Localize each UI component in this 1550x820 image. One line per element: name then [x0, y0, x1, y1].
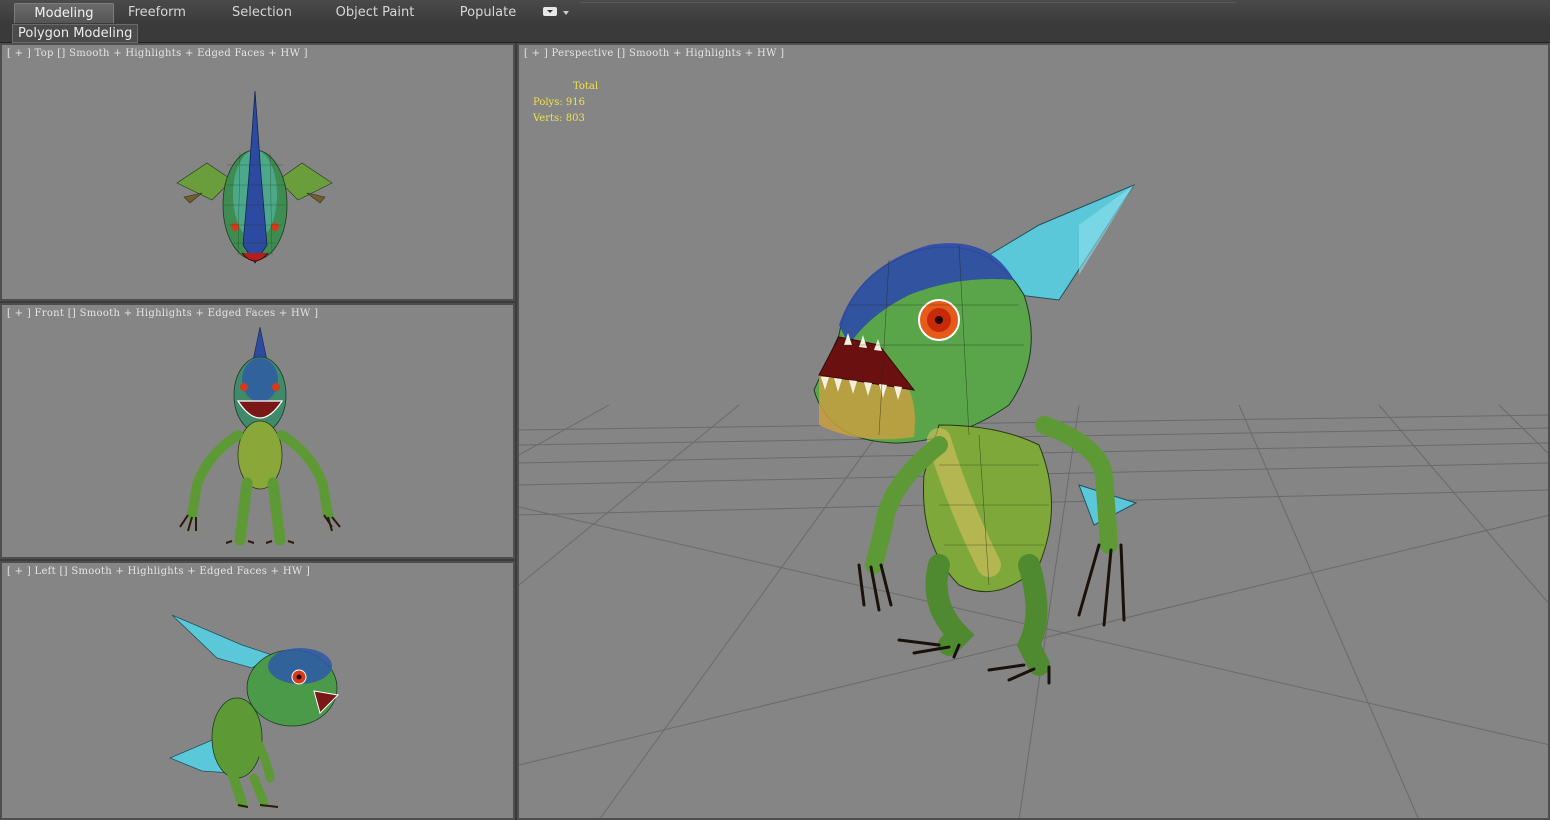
- creature-perspective: [813, 183, 1138, 685]
- viewport-front[interactable]: [ + ] Front [] Smooth + Highlights + Edg…: [0, 303, 515, 559]
- dropdown-caret-icon[interactable]: [563, 11, 569, 15]
- tab-freeform[interactable]: Freeform: [114, 3, 200, 22]
- creature-front-view: [179, 326, 341, 546]
- perspective-grid-and-creature: [519, 183, 1548, 818]
- tab-modeling[interactable]: Modeling: [14, 3, 114, 23]
- ribbon-divider: [580, 2, 1236, 3]
- stats-polys-value: 916: [565, 97, 585, 108]
- stats-polys-label: Polys:: [533, 97, 563, 108]
- stats-verts-value: 803: [565, 113, 585, 124]
- polygon-modeling-panel-label[interactable]: Polygon Modeling: [12, 24, 139, 43]
- creature-left-view: [168, 614, 340, 808]
- stats-verts-label: Verts:: [533, 113, 563, 124]
- ribbon-tab-bar: Modeling Freeform Selection Object Paint…: [0, 0, 1550, 25]
- stats-polys: Polys: 916: [533, 95, 598, 111]
- stats-verts: Verts: 803: [533, 111, 598, 127]
- creature-top-view: [176, 90, 333, 264]
- viewport-perspective[interactable]: [ + ] Perspective [] Smooth + Highlights…: [517, 43, 1550, 820]
- tab-populate[interactable]: Populate: [448, 3, 528, 22]
- tab-selection[interactable]: Selection: [218, 3, 306, 22]
- tab-object-paint[interactable]: Object Paint: [326, 3, 424, 22]
- viewport-label-perspective[interactable]: [ + ] Perspective [] Smooth + Highlights…: [524, 48, 784, 59]
- ribbon-options-icon[interactable]: [543, 7, 557, 16]
- viewport-left[interactable]: [ + ] Left [] Smooth + Highlights + Edge…: [0, 561, 515, 820]
- ribbon-panel-bar: Polygon Modeling: [0, 24, 1550, 43]
- viewport-top[interactable]: [ + ] Top [] Smooth + Highlights + Edged…: [0, 43, 515, 301]
- statistics-overlay: Total Polys: 916 Verts: 803: [533, 79, 598, 127]
- stats-header: Total: [573, 81, 599, 92]
